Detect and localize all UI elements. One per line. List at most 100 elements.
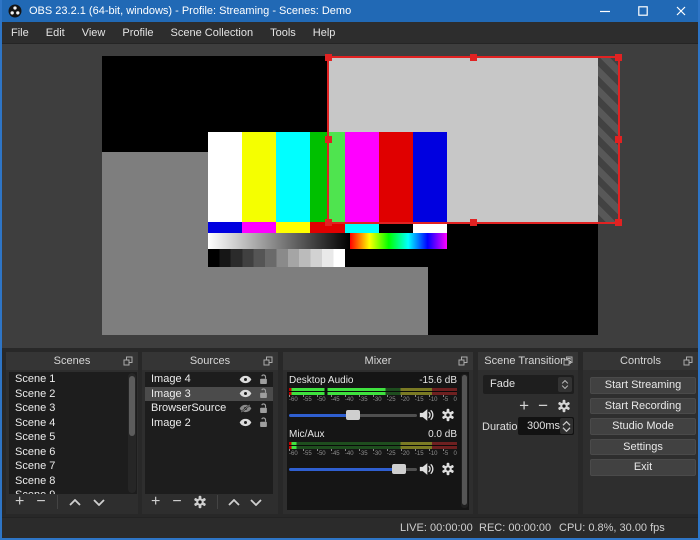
popout-icon[interactable] bbox=[563, 356, 573, 366]
add-source-button[interactable]: + bbox=[145, 494, 166, 510]
combo-spinner[interactable] bbox=[558, 377, 572, 392]
selection-handle-top-middle[interactable] bbox=[469, 54, 477, 61]
chevron-down-icon bbox=[561, 385, 569, 389]
remove-transition-button[interactable]: − bbox=[538, 397, 548, 414]
menu-edit[interactable]: Edit bbox=[38, 23, 73, 43]
volume-slider[interactable] bbox=[289, 410, 417, 420]
speaker-icon[interactable] bbox=[419, 408, 434, 422]
lock-open-icon[interactable] bbox=[259, 403, 268, 414]
lock-open-icon[interactable] bbox=[259, 388, 268, 399]
scenes-scrollbar[interactable] bbox=[128, 373, 136, 493]
obs-window: OBS 23.2.1 (64-bit, windows) - Profile: … bbox=[0, 0, 700, 540]
menu-scene-collection[interactable]: Scene Collection bbox=[163, 23, 262, 43]
transition-properties-gear-icon[interactable] bbox=[557, 399, 571, 413]
selection-outline[interactable] bbox=[325, 54, 622, 226]
canvas-black-rect-bottom-right[interactable] bbox=[428, 224, 598, 335]
add-scene-button[interactable]: + bbox=[9, 494, 30, 510]
mixer-channel-mic-aux: Mic/Aux 0.0 dB -60 -55 -50 -45 -40 -35 -30 -25-… bbox=[289, 429, 457, 478]
test-card-grayscale-steps bbox=[208, 249, 447, 267]
visibility-eye-off-icon[interactable] bbox=[239, 404, 252, 413]
channel-settings-gear-icon[interactable] bbox=[441, 462, 455, 476]
mixer-scrollbar-thumb[interactable] bbox=[462, 375, 467, 505]
preview-canvas[interactable] bbox=[102, 54, 622, 335]
menu-help[interactable]: Help bbox=[305, 23, 344, 43]
selection-handle-bottom-right[interactable] bbox=[615, 219, 622, 226]
menu-tools[interactable]: Tools bbox=[262, 23, 304, 43]
popout-icon[interactable] bbox=[458, 356, 468, 366]
chevron-down-icon bbox=[562, 427, 571, 432]
popout-icon[interactable] bbox=[683, 356, 693, 366]
remove-source-button[interactable]: − bbox=[166, 494, 187, 510]
move-scene-up-button[interactable] bbox=[69, 499, 81, 506]
minimize-button[interactable] bbox=[586, 0, 624, 22]
move-source-down-button[interactable] bbox=[250, 499, 262, 506]
studio-mode-button[interactable]: Studio Mode bbox=[590, 418, 696, 435]
mixer-scrollbar[interactable] bbox=[461, 374, 468, 508]
selection-handle-top-right[interactable] bbox=[615, 54, 622, 61]
lock-open-icon[interactable] bbox=[259, 417, 268, 428]
source-row-image3-selected[interactable]: Image 3 bbox=[145, 386, 273, 401]
close-button[interactable] bbox=[662, 0, 698, 22]
scene-list-item[interactable]: Scene 7 bbox=[9, 459, 137, 474]
visibility-eye-icon[interactable] bbox=[239, 418, 252, 427]
selection-handle-top-left[interactable] bbox=[325, 54, 332, 61]
move-source-up-button[interactable] bbox=[228, 499, 240, 506]
duration-spinbox[interactable]: 300ms bbox=[518, 417, 574, 435]
selection-handle-bottom-left[interactable] bbox=[325, 219, 332, 226]
popout-icon[interactable] bbox=[123, 356, 133, 366]
maximize-button[interactable] bbox=[624, 0, 662, 22]
mixer-panel-header[interactable]: Mixer bbox=[283, 352, 473, 370]
volume-slider[interactable] bbox=[289, 464, 417, 474]
sources-panel-header[interactable]: Sources bbox=[142, 352, 278, 370]
controls-panel: Controls Start Streaming Start Recording… bbox=[583, 352, 698, 514]
source-row-browsersource[interactable]: BrowserSource bbox=[145, 401, 273, 416]
sources-list[interactable]: Image 4 Image 3 BrowserSource Image 2 bbox=[145, 372, 273, 494]
source-row-image2[interactable]: Image 2 bbox=[145, 416, 273, 431]
controls-panel-header[interactable]: Controls bbox=[583, 352, 698, 370]
sources-toolbar: + − bbox=[145, 493, 267, 511]
scene-list-item[interactable]: Scene 6 bbox=[9, 445, 137, 460]
source-properties-gear-icon[interactable] bbox=[193, 495, 207, 509]
scene-list-item[interactable]: Scene 5 bbox=[9, 430, 137, 445]
menu-file[interactable]: File bbox=[3, 23, 37, 43]
scenes-list[interactable]: Scene 1 Scene 2 Scene 3 Scene 4 Scene 5 … bbox=[9, 372, 137, 494]
volume-slider-handle[interactable] bbox=[346, 410, 360, 420]
scene-list-item[interactable]: Scene 4 bbox=[9, 416, 137, 431]
docks-area: Scenes Scene 1 Scene 2 Scene 3 Scene 4 S… bbox=[2, 348, 698, 517]
selection-handle-middle-right[interactable] bbox=[615, 136, 622, 143]
lock-open-icon[interactable] bbox=[259, 374, 268, 385]
scene-list-item[interactable]: Scene 8 bbox=[9, 474, 137, 489]
selection-handle-bottom-middle[interactable] bbox=[469, 219, 477, 226]
transition-select[interactable]: Fade bbox=[483, 375, 574, 394]
visibility-eye-icon[interactable] bbox=[239, 375, 252, 384]
channel-settings-gear-icon[interactable] bbox=[441, 408, 455, 422]
scenes-panel-title: Scenes bbox=[53, 355, 91, 367]
scene-list-item[interactable]: Scene 1 bbox=[9, 372, 137, 387]
volume-slider-handle[interactable] bbox=[392, 464, 406, 474]
mixer-panel-title: Mixer bbox=[364, 355, 392, 367]
remove-scene-button[interactable]: − bbox=[30, 494, 51, 510]
exit-button[interactable]: Exit bbox=[590, 459, 696, 476]
transitions-panel-header[interactable]: Scene Transitions bbox=[478, 352, 578, 370]
source-row-image4[interactable]: Image 4 bbox=[145, 372, 273, 387]
duration-spin-arrows[interactable] bbox=[560, 418, 573, 434]
menu-profile[interactable]: Profile bbox=[114, 23, 161, 43]
scene-list-item[interactable]: Scene 2 bbox=[9, 387, 137, 402]
selection-handle-middle-left[interactable] bbox=[325, 136, 332, 143]
popout-icon[interactable] bbox=[263, 356, 273, 366]
settings-button[interactable]: Settings bbox=[590, 438, 696, 455]
scene-list-item[interactable]: Scene 3 bbox=[9, 401, 137, 416]
preview-area[interactable] bbox=[2, 44, 698, 348]
visibility-eye-icon[interactable] bbox=[239, 389, 252, 398]
meter-tick-labels: -60 -55 -50 -45 -40 -35 -30 -25 -20 -15 -10 -5 0 bbox=[289, 397, 457, 403]
speaker-icon[interactable] bbox=[419, 462, 434, 476]
start-streaming-button[interactable]: Start Streaming bbox=[590, 377, 696, 394]
title-bar[interactable]: OBS 23.2.1 (64-bit, windows) - Profile: … bbox=[2, 0, 698, 22]
scenes-scrollbar-thumb[interactable] bbox=[129, 376, 135, 436]
menu-view[interactable]: View bbox=[74, 23, 114, 43]
volume-meter bbox=[289, 388, 457, 395]
move-scene-down-button[interactable] bbox=[93, 499, 105, 506]
add-transition-button[interactable]: + bbox=[519, 397, 529, 414]
start-recording-button[interactable]: Start Recording bbox=[590, 397, 696, 414]
scenes-panel-header[interactable]: Scenes bbox=[6, 352, 138, 370]
